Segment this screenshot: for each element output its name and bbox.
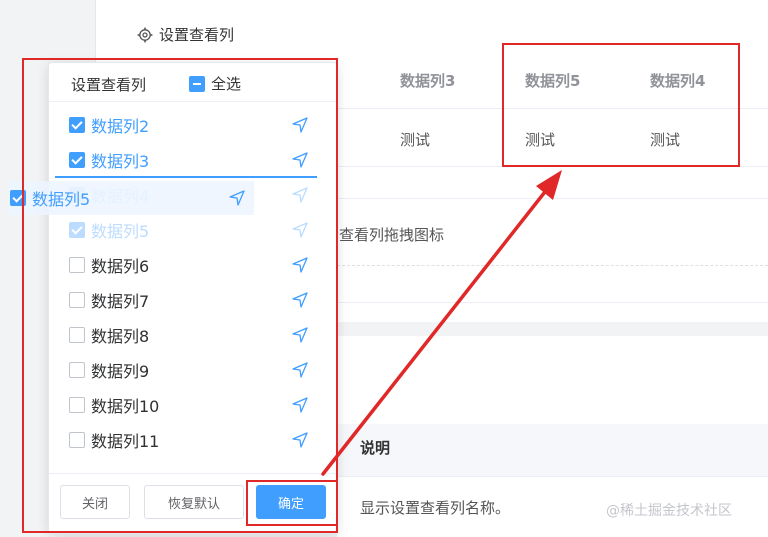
- table2-header-row: [337, 424, 768, 477]
- column-header-3: 数据列3: [400, 72, 456, 90]
- table-divider: [337, 302, 768, 303]
- table2-cell: 显示设置查看列名称。: [360, 499, 511, 517]
- settings-columns-link[interactable]: 设置查看列: [137, 24, 234, 45]
- table2-header: 说明: [360, 439, 391, 457]
- table-cell: 测试: [400, 131, 431, 149]
- settings-link-label: 设置查看列: [159, 26, 235, 44]
- watermark: @稀土掘金技术社区: [606, 503, 732, 519]
- annotation-box-popover: [22, 58, 338, 533]
- table-divider: [337, 198, 768, 199]
- dashed-divider: [337, 265, 768, 266]
- gear-icon: [137, 27, 153, 42]
- annotation-box-confirm: [246, 480, 338, 526]
- annotation-box-columns: [502, 43, 740, 167]
- description-text: 示查看列拖拽图标: [324, 226, 445, 244]
